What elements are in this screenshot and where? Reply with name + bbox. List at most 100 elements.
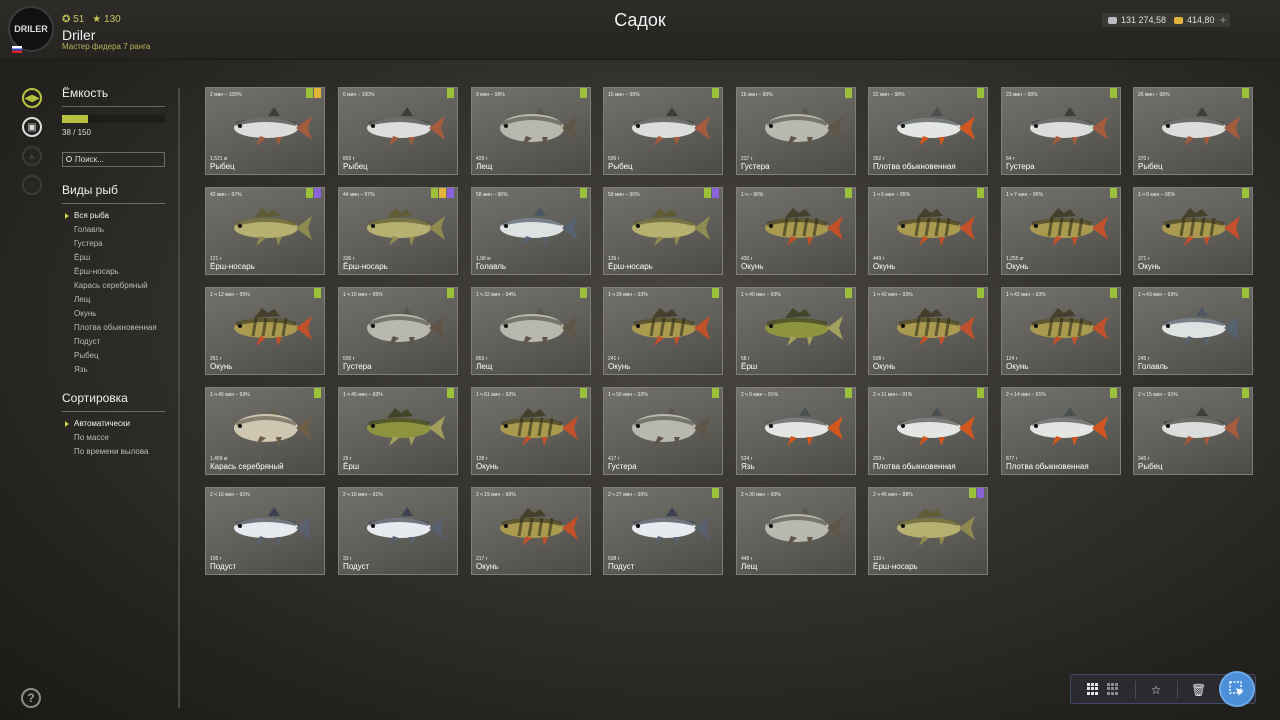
sort-option-item[interactable]: По времени вылова [74, 445, 148, 459]
green-bookmark-icon [306, 88, 313, 98]
catch-time: 2 ч 19 мин – 90% [476, 492, 516, 498]
fish-card[interactable]: 1 ч 40 мин – 93% 58 г Ёрш [736, 287, 856, 375]
fish-card[interactable]: 1 ч 43 мин – 93% 245 г Голавль [1133, 287, 1253, 375]
catch-time: 1 ч 8 мин – 95% [1138, 192, 1175, 198]
fish-card[interactable]: 6 мин – 100% 803 г Рыбец [338, 87, 458, 175]
trash-icon[interactable]: 🗑 [1191, 683, 1206, 697]
top-bar: DRILER ✪ 51 ★ 130 Driler Мастер фидера 7… [0, 0, 1280, 60]
species-filter-item[interactable]: Густера [74, 237, 157, 251]
fish-card[interactable]: 1 ч 51 мин – 92% 128 г Окунь [471, 387, 591, 475]
fish-name: Окунь [608, 362, 631, 371]
fish-name: Лещ [476, 362, 493, 371]
fish-card[interactable]: 26 мин – 98% 370 г Рыбец [1133, 87, 1253, 175]
fish-name: Голавль [476, 262, 507, 271]
species-filter-item[interactable]: Ёрш-носарь [74, 265, 157, 279]
fish-card[interactable]: 1 ч 39 мин – 93% 241 г Окунь [603, 287, 723, 375]
fish-card[interactable]: 2 мин – 100% 1,521 кг Рыбец [205, 87, 325, 175]
fish-card[interactable]: 2 ч 11 мин – 91% 203 г Плотва обыкновенна… [868, 387, 988, 475]
fish-keepnet-icon[interactable]: ◀▶ [22, 88, 42, 108]
star-icon[interactable]: ☆ [1149, 683, 1163, 697]
green-bookmark-icon [712, 288, 719, 298]
fish-card[interactable]: 1 ч 42 мин – 93% 508 г Окунь [868, 287, 988, 375]
fish-name: Рыбец [343, 162, 368, 171]
species-filter-item[interactable]: Лещ [74, 293, 157, 307]
fish-tags [845, 288, 852, 298]
fish-card[interactable]: 1 ч 45 мин – 93% 1,459 кг Карась серебрян… [205, 387, 325, 475]
fish-card[interactable]: 23 мин – 98% 64 г Густера [1001, 87, 1121, 175]
species-filter-item[interactable]: Карась серебряный [74, 279, 157, 293]
sort-option-item[interactable]: По массе [74, 431, 148, 445]
catch-time: 23 мин – 98% [1006, 92, 1038, 98]
species-filter-item[interactable]: Рыбец [74, 349, 157, 363]
green-bookmark-icon [1110, 188, 1117, 198]
green-bookmark-icon [314, 288, 321, 298]
fish-card[interactable]: 22 мин – 98% 352 г Плотва обыкновенная [868, 87, 988, 175]
fish-card[interactable]: 1 ч 32 мин – 94% 853 г Лещ [471, 287, 591, 375]
fish-name: Лещ [476, 162, 493, 171]
species-filter-item[interactable]: Окунь [74, 307, 157, 321]
fish-name: Окунь [476, 462, 499, 471]
fish-tags [1110, 88, 1117, 98]
fish-card[interactable]: 1 ч 15 мин – 95% 500 г Густера [338, 287, 458, 375]
fish-name: Ёрш [343, 462, 360, 471]
grid-large-icon[interactable] [1087, 683, 1101, 697]
fish-card[interactable]: 2 ч 27 мин – 90% 508 г Подуст [603, 487, 723, 575]
fish-card[interactable]: 1 ч – 96% 430 г Окунь [736, 187, 856, 275]
fish-card[interactable]: 2 ч 16 мин – 91% 33 г Подуст [338, 487, 458, 575]
fish-card[interactable]: 1 ч 6 мин – 95% 449 г Окунь [868, 187, 988, 275]
fish-card[interactable]: 1 ч 7 мин – 95% 1,255 кг Окунь [1001, 187, 1121, 275]
add-currency-button[interactable]: + [1216, 13, 1230, 27]
fish-tags [969, 488, 984, 498]
fish-card[interactable]: 2 ч 9 мин – 91% 524 г Язь [736, 387, 856, 475]
house-icon: ⌂ [22, 175, 42, 195]
catch-time: 58 мин – 96% [476, 192, 508, 198]
fish-card[interactable]: 2 ч 14 мин – 91% 877 г Плотва обыкновенна… [1001, 387, 1121, 475]
sort-option-item[interactable]: Автоматически [64, 417, 148, 431]
silver-coin-icon [1108, 16, 1117, 24]
species-filter-item[interactable]: Подуст [74, 335, 157, 349]
search-input[interactable]: Поиск... [62, 152, 165, 167]
fish-card[interactable]: 2 ч 16 мин – 91% 106 г Подуст [205, 487, 325, 575]
catch-time: 59 мин – 96% [608, 192, 640, 198]
fish-tags [306, 88, 321, 98]
fish-card[interactable]: 2 ч 15 мин – 91% 345 г Рыбец [1133, 387, 1253, 475]
fish-card[interactable]: 2 ч 19 мин – 90% 217 г Окунь [471, 487, 591, 575]
green-bookmark-icon [712, 388, 719, 398]
grid-small-icon[interactable] [1107, 683, 1121, 697]
fish-card[interactable]: 1 ч 46 мин – 93% 25 г Ёрш [338, 387, 458, 475]
catch-time: 2 ч 16 мин – 91% [343, 492, 383, 498]
fish-name: Рыбец [608, 162, 633, 171]
fish-tags [1242, 88, 1249, 98]
species-filter-item[interactable]: Ёрш [74, 251, 157, 265]
silver-currency: 131 274,58 [1102, 13, 1173, 27]
fish-card[interactable]: 42 мин – 97% 121 г Ёрш-носарь [205, 187, 325, 275]
fish-name: Окунь [1006, 362, 1029, 371]
fish-card[interactable]: 1 ч 8 мин – 95% 371 г Окунь [1133, 187, 1253, 275]
green-bookmark-icon [704, 188, 711, 198]
select-cursor-icon[interactable] [1219, 671, 1255, 707]
fish-card[interactable]: 2 ч 30 мин – 90% 448 г Лещ [736, 487, 856, 575]
species-filter-item[interactable]: Вся рыба [65, 209, 157, 223]
catch-time: 2 ч 14 мин – 91% [1006, 392, 1046, 398]
green-bookmark-icon [977, 388, 984, 398]
species-filter-item[interactable]: Голавль [74, 223, 157, 237]
fish-card[interactable]: 58 мин – 96% 1,98 кг Голавль [471, 187, 591, 275]
fish-tags [1110, 388, 1117, 398]
fish-card[interactable]: 59 мин – 96% 139 г Ёрш-носарь [603, 187, 723, 275]
fish-card[interactable]: 15 мин – 99% 596 г Рыбец [603, 87, 723, 175]
capacity-bar-fill [62, 115, 89, 123]
fish-card[interactable]: 1 ч 12 мин – 95% 261 г Окунь [205, 287, 325, 375]
fish-card[interactable]: 1 ч 56 мин – 92% 417 г Густера [603, 387, 723, 475]
fish-card[interactable]: 44 мин – 97% 336 г Ёрш-носарь [338, 187, 458, 275]
fish-card[interactable]: 16 мин – 99% 237 г Густера [736, 87, 856, 175]
species-filter-item[interactable]: Плотва обыкновенная [74, 321, 157, 335]
bag-icon[interactable]: ▣ [22, 117, 42, 137]
fish-card[interactable]: 1 ч 42 мин – 93% 124 г Окунь [1001, 287, 1121, 375]
fish-card[interactable]: 9 мин – 99% 429 г Лещ [471, 87, 591, 175]
fish-tags [447, 288, 454, 298]
fish-card[interactable]: 2 ч 45 мин – 88% 133 г Ёрш-носарь [868, 487, 988, 575]
catch-time: 1 ч 42 мин – 93% [1006, 292, 1046, 298]
help-icon[interactable]: ? [21, 688, 41, 708]
silver-value: 131 274,58 [1121, 15, 1167, 25]
species-filter-item[interactable]: Язь [74, 363, 157, 377]
